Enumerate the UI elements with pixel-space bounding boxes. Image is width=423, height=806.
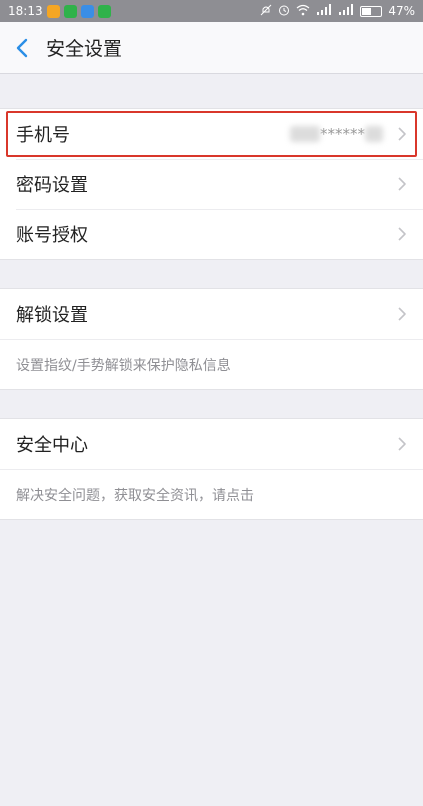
alarm-icon	[278, 4, 290, 19]
wechat-icon	[97, 4, 111, 18]
status-time: 18:13	[8, 4, 43, 18]
back-button[interactable]	[0, 22, 44, 74]
signal-icon	[338, 4, 354, 18]
wifi-icon	[296, 4, 310, 19]
chevron-right-icon	[395, 435, 407, 453]
password-settings-row[interactable]: 密码设置	[0, 159, 423, 209]
chevron-right-icon	[395, 305, 407, 323]
battery-fill	[362, 7, 371, 15]
unlock-section: 解锁设置 设置指纹/手势解锁来保护隐私信息	[0, 288, 423, 390]
wechat-app-icon	[63, 4, 77, 18]
page-title: 安全设置	[46, 38, 123, 60]
chevron-right-icon	[395, 175, 407, 193]
status-bar: 18:13 47%	[0, 0, 423, 22]
phone-number-row[interactable]: 手机号 ******	[0, 109, 423, 159]
chevron-right-icon	[395, 125, 407, 143]
battery-icon	[360, 5, 383, 17]
weibo-icon	[46, 4, 60, 18]
account-section: 手机号 ****** 密码设置 账号授权	[0, 108, 423, 260]
password-settings-label: 密码设置	[16, 175, 88, 196]
redaction-blur	[290, 126, 320, 142]
mute-icon	[260, 4, 272, 19]
security-center-row[interactable]: 安全中心	[0, 419, 423, 469]
navigation-bar: 安全设置	[0, 22, 423, 74]
battery-percent: 47%	[388, 4, 415, 18]
security-center-label: 安全中心	[16, 435, 88, 456]
phone-number-value: ******	[290, 125, 383, 143]
chevron-right-icon	[395, 225, 407, 243]
account-authorization-row[interactable]: 账号授权	[0, 209, 423, 259]
unlock-description: 设置指纹/手势解锁来保护隐私信息	[0, 339, 423, 389]
phone-masked-text: ******	[320, 125, 365, 143]
unlock-settings-label: 解锁设置	[16, 305, 88, 326]
phone-number-label: 手机号	[16, 125, 70, 146]
redaction-blur	[365, 126, 383, 142]
signal-icon	[316, 4, 332, 18]
unlock-settings-row[interactable]: 解锁设置	[0, 289, 423, 339]
qq-icon	[80, 4, 94, 18]
security-center-description: 解决安全问题，获取安全资讯，请点击	[0, 469, 423, 519]
security-center-section: 安全中心 解决安全问题，获取安全资讯，请点击	[0, 418, 423, 520]
account-authorization-label: 账号授权	[16, 225, 88, 246]
back-arrow-icon	[16, 38, 28, 57]
